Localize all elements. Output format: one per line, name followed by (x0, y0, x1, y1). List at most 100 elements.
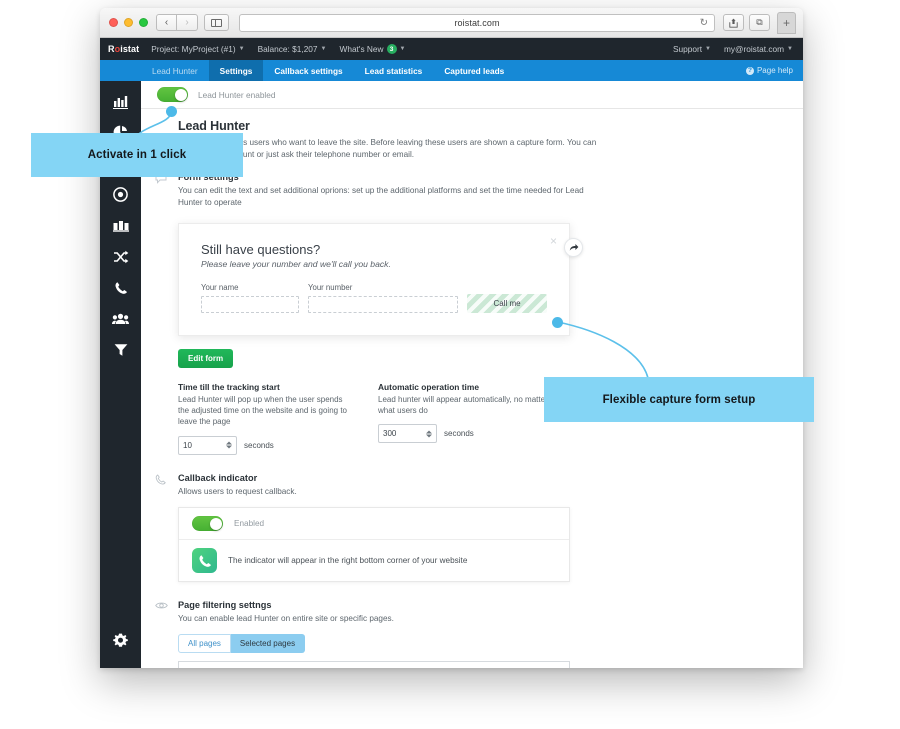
page-help-link[interactable]: ? Page help (736, 60, 803, 81)
toggle-knob (174, 88, 187, 101)
sidebar-item-company[interactable] (100, 210, 141, 241)
project-label: Project: MyProject (#1) (151, 44, 236, 54)
form-settings-title: Form settings (178, 172, 239, 183)
url-bar[interactable]: roistat.com ↻ (239, 13, 715, 32)
page-title: Lead Hunter (178, 119, 250, 133)
project-selector[interactable]: Project: MyProject (#1) ▼ (151, 44, 244, 54)
preview-fields: Your name Your number Call me (201, 283, 547, 313)
tab-captured-leads[interactable]: Captured leads (433, 60, 515, 81)
callback-card: Enabled The indicator will appear in the… (178, 507, 570, 583)
tracking-start-unit: seconds (244, 440, 274, 450)
reload-icon[interactable]: ↻ (700, 17, 708, 28)
forward-button[interactable]: › (177, 14, 198, 31)
back-button[interactable]: ‹ (156, 14, 177, 31)
tab-callback-settings[interactable]: Callback settings (263, 60, 353, 81)
preview-subtitle: Please leave your number and we'll call … (201, 258, 391, 269)
page-filtering-section: Page filtering settngs You can enable le… (141, 600, 803, 625)
phone-icon (115, 281, 127, 294)
lead-hunter-toggle-label: Lead Hunter enabled (198, 89, 276, 100)
people-icon (112, 313, 129, 324)
timing-description: Lead hunter will appear automatically, n… (378, 394, 548, 415)
tab-lead-statistics[interactable]: Lead statistics (354, 60, 434, 81)
whats-new-menu[interactable]: What's New 3 ▼ (339, 44, 406, 54)
name-input[interactable] (201, 295, 299, 313)
account-label: my@roistat.com (723, 44, 785, 54)
stepper-arrows-icon[interactable] (426, 430, 432, 438)
callout-flexible: Flexible capture form setup (544, 377, 814, 422)
account-menu[interactable]: my@roistat.com ▼ (724, 44, 793, 54)
segment-all-pages[interactable]: All pages (178, 633, 231, 653)
tracking-start-stepper[interactable]: 10 (178, 435, 237, 455)
call-me-button[interactable]: Call me (467, 293, 547, 313)
minimize-window-icon[interactable] (124, 18, 133, 27)
callback-enable-row: Enabled (179, 508, 569, 539)
timing-input-row: 300 seconds (378, 424, 578, 444)
share-button[interactable] (723, 14, 744, 31)
maximize-window-icon[interactable] (139, 18, 148, 27)
url-list-textarea[interactable]: http://domain.com/index/ http://domain.c… (178, 660, 570, 668)
number-input[interactable] (308, 295, 458, 313)
chevron-down-icon: ▼ (705, 46, 711, 52)
stepper-arrows-icon[interactable] (226, 441, 232, 449)
segment-selected-pages[interactable]: Selected pages (230, 633, 306, 653)
support-menu[interactable]: Support ▼ (673, 44, 711, 54)
navigation-buttons[interactable]: ‹ › (156, 14, 198, 31)
target-icon (113, 187, 128, 202)
window-traffic-lights[interactable] (109, 18, 148, 27)
automatic-operation-stepper[interactable]: 300 (378, 424, 437, 444)
shuffle-icon (113, 250, 128, 263)
callback-note: The indicator will appear in the right b… (228, 556, 468, 566)
lead-hunter-toggle[interactable] (157, 87, 188, 102)
toggle-knob (209, 517, 222, 530)
sidebar-item-funnel[interactable] (100, 334, 141, 365)
sidebar-item-goals[interactable] (100, 179, 141, 210)
show-sidebar-button[interactable] (204, 14, 229, 31)
phone-icon (192, 548, 217, 574)
eye-icon-wrap (155, 601, 168, 613)
sidebar-item-calltracking[interactable] (100, 272, 141, 303)
whats-new-label: What's New (339, 44, 384, 54)
brand-logo[interactable]: Roistat (108, 44, 139, 54)
close-window-icon[interactable] (109, 18, 118, 27)
chevron-down-icon: ▼ (238, 46, 245, 52)
callout-dot-activate (166, 106, 177, 117)
bar-chart-icon (113, 95, 128, 109)
browser-chrome: ‹ › roistat.com ↻ ⧉ + (100, 8, 803, 38)
tab-settings[interactable]: Settings (208, 60, 264, 81)
close-icon[interactable]: × (550, 235, 557, 247)
timing-description: Lead Hunter will pop up when the user sp… (178, 394, 347, 427)
url-text: roistat.com (454, 17, 500, 28)
show-tabs-button[interactable]: ⧉ (749, 14, 770, 31)
page-filtering-title: Page filtering settngs (178, 600, 272, 611)
sidebar-item-leads[interactable] (100, 303, 141, 334)
sidebar-item-multichannel[interactable] (100, 241, 141, 272)
form-settings-description: You can edit the text and set additional… (178, 186, 584, 207)
chevron-down-icon: ▼ (399, 46, 406, 52)
reply-arrow-icon (569, 243, 578, 251)
number-field-group: Your number (308, 283, 458, 313)
phone-glyph-icon (199, 554, 211, 567)
eye-icon (155, 602, 168, 609)
share-form-button[interactable] (564, 237, 583, 257)
callback-description: Allows users to request callback. (178, 486, 297, 496)
sidebar-item-settings[interactable] (100, 625, 141, 656)
balance-selector[interactable]: Balance: $1,207 ▼ (258, 44, 327, 54)
new-tab-button[interactable]: + (777, 11, 796, 34)
callback-toggle[interactable] (192, 516, 223, 532)
chrome-right-buttons[interactable]: ⧉ + (723, 11, 796, 34)
lead-hunter-enable-strip: Lead Hunter enabled (141, 81, 803, 109)
chevron-down-icon: ▼ (787, 46, 793, 52)
automatic-operation-unit: seconds (444, 429, 474, 439)
tab-lead-hunter[interactable]: Lead Hunter (141, 60, 209, 81)
number-field-label: Your number (308, 282, 353, 292)
name-field-label: Your name (201, 282, 239, 292)
callback-title: Callback indicator (178, 472, 258, 483)
building-icon (112, 220, 129, 232)
browser-window: ‹ › roistat.com ↻ ⧉ + Roistat Project: M… (100, 8, 803, 668)
callback-note-row: The indicator will appear in the right b… (179, 539, 569, 581)
edit-form-button[interactable]: Edit form (178, 348, 234, 368)
sidebar-item-analytics[interactable] (100, 86, 141, 117)
form-preview-card: × Still have questions? Please leave you… (178, 222, 583, 336)
callback-indicator-section: Callback indicator Allows users to reque… (141, 473, 803, 498)
